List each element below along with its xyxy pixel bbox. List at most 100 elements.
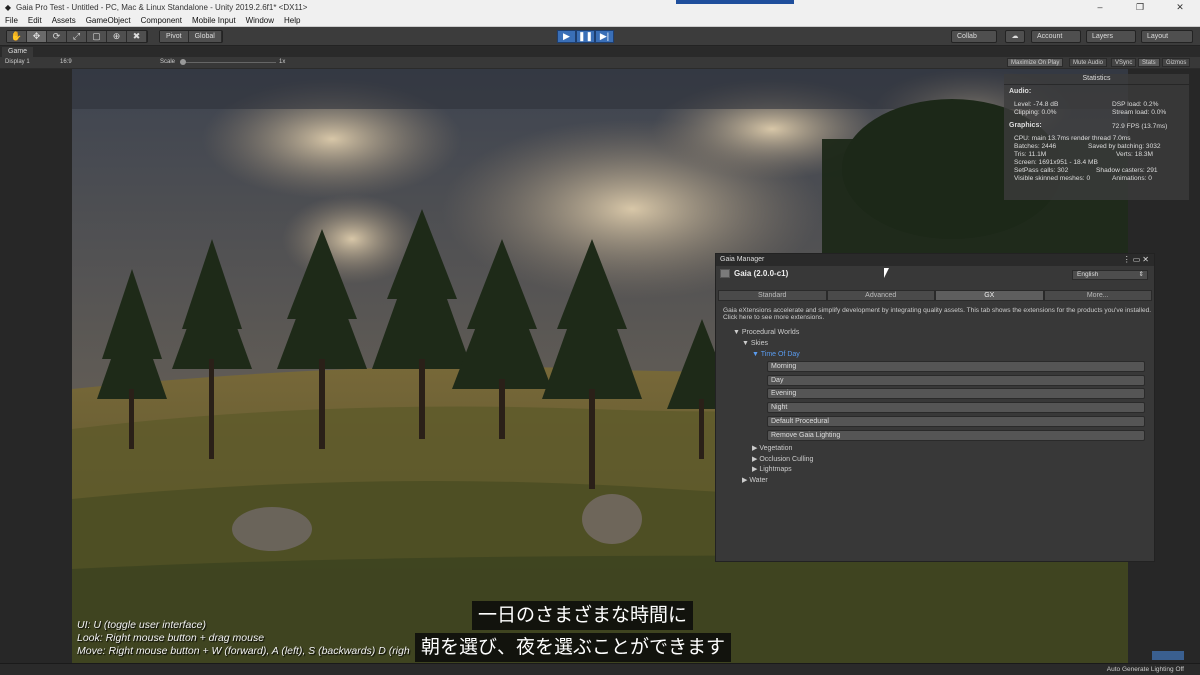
maximize-button[interactable]: ❐ (1120, 0, 1160, 14)
gaia-version-title: Gaia (2.0.0-c1) (734, 269, 789, 278)
menu-gameobject[interactable]: GameObject (81, 16, 136, 25)
progress-indicator (1152, 651, 1184, 660)
menu-help[interactable]: Help (279, 16, 305, 25)
scale-value: 1x (279, 59, 286, 65)
scale-tool-icon[interactable]: ⤢ (67, 31, 87, 42)
language-select[interactable]: English ⇕ (1072, 270, 1148, 280)
verts-readout: Verts: 18.3M (1116, 151, 1154, 158)
batches-readout: Batches: 2446 (1014, 143, 1057, 150)
stats-toggle[interactable]: Stats (1138, 58, 1160, 67)
hint-move: Move: Right mouse button + W (forward), … (77, 645, 410, 657)
audio-clipping: Clipping: 0.0% (1014, 109, 1057, 116)
tab-standard[interactable]: Standard (718, 290, 827, 301)
skinned-meshes-readout: Visible skinned meshes: 0 (1014, 175, 1091, 182)
minimize-button[interactable]: – (1080, 0, 1120, 14)
window-controls: – ❐ ✕ (1080, 0, 1200, 14)
layout-dropdown[interactable]: Layout (1141, 30, 1193, 43)
audio-level: Level: -74.8 dB (1014, 101, 1059, 108)
stats-overlay: Statistics Audio: Level: -74.8 dB Clippi… (1004, 74, 1189, 200)
status-bar: Auto Generate Lighting Off (0, 663, 1200, 675)
remove-gaia-lighting-button[interactable]: Remove Gaia Lighting (767, 430, 1145, 441)
global-toggle[interactable]: Global (188, 31, 222, 42)
gaia-logo-icon (720, 269, 730, 278)
step-icon[interactable]: ▶| (595, 30, 614, 43)
collab-button[interactable]: Collab (951, 30, 997, 43)
chevron-down-icon: ⇕ (1138, 271, 1144, 278)
play-icon[interactable]: ▶ (557, 30, 576, 43)
gaia-window-controls[interactable]: ⋮▭✕ (1123, 254, 1151, 266)
tree-occlusion-culling[interactable]: ▶ Occlusion Culling (752, 455, 813, 463)
play-controls: ▶ ❚❚ ▶| (557, 30, 614, 43)
hand-tool-icon[interactable]: ✋ (7, 31, 27, 42)
tree-time-of-day[interactable]: ▼ Time Of Day (752, 351, 800, 358)
mute-audio-toggle[interactable]: Mute Audio (1069, 58, 1108, 67)
rect-tool-icon[interactable]: ▢ (87, 31, 107, 42)
pivot-toggles: Pivot Global (159, 30, 223, 43)
tab-game[interactable]: Game (2, 47, 34, 57)
tab-advanced[interactable]: Advanced (826, 290, 935, 301)
menu-mobile-input[interactable]: Mobile Input (187, 16, 241, 25)
tree-lightmaps[interactable]: ▶ Lightmaps (752, 465, 792, 473)
custom-tool-icon[interactable]: ✖ (127, 31, 147, 42)
stats-title: Statistics (1004, 74, 1189, 85)
scale-label: Scale (160, 59, 176, 65)
gx-description[interactable]: Gaia eXtensions accelerate and simplify … (723, 307, 1153, 322)
cloud-icon[interactable]: ☁ (1005, 30, 1025, 43)
gaia-tabs: Standard Advanced GX More... (718, 290, 1152, 301)
move-tool-icon[interactable]: ✥ (27, 31, 47, 42)
rotate-tool-icon[interactable]: ⟳ (47, 31, 67, 42)
tree-vegetation[interactable]: ▶ Vegetation (752, 444, 792, 452)
mouse-cursor-icon (884, 268, 889, 278)
setpass-readout: SetPass calls: 302 (1014, 167, 1069, 174)
animations-readout: Animations: 0 (1112, 175, 1152, 182)
evening-button[interactable]: Evening (767, 388, 1145, 399)
dsp-load: DSP load: 0.2% (1112, 101, 1159, 108)
pivot-toggle[interactable]: Pivot (160, 31, 189, 42)
night-button[interactable]: Night (767, 402, 1145, 413)
gizmos-dropdown[interactable]: Gizmos (1162, 58, 1191, 67)
shadow-casters-readout: Shadow casters: 291 (1096, 167, 1158, 174)
gaia-manager-window: Gaia Manager ⋮▭✕ Gaia (2.0.0-c1) English… (715, 253, 1155, 562)
letterbox-left (0, 69, 72, 663)
close-button[interactable]: ✕ (1160, 0, 1200, 14)
account-dropdown[interactable]: Account (1031, 30, 1081, 43)
window-title-bar: ◆ Gaia Pro Test - Untitled - PC, Mac & L… (0, 0, 1200, 14)
gaia-window-title: Gaia Manager (720, 256, 765, 263)
saved-batching-readout: Saved by batching: 3032 (1088, 143, 1161, 150)
menu-file[interactable]: File (0, 16, 23, 25)
transform-tool-icon[interactable]: ⊕ (107, 31, 127, 42)
cpu-readout: CPU: main 13.7ms render thread 7.0ms (1014, 135, 1131, 142)
aspect-dropdown[interactable]: 16:9 (60, 57, 72, 68)
default-procedural-button[interactable]: Default Procedural (767, 416, 1145, 427)
pause-icon[interactable]: ❚❚ (576, 30, 595, 43)
day-button[interactable]: Day (767, 375, 1145, 386)
tab-more[interactable]: More... (1043, 290, 1152, 301)
video-progress-strip (676, 0, 794, 4)
menu-edit[interactable]: Edit (23, 16, 47, 25)
tris-readout: Tris: 11.1M (1014, 151, 1047, 158)
game-view-toolbar: Display 1 16:9 Scale 1x Maximize On Play… (0, 57, 1200, 68)
morning-button[interactable]: Morning (767, 361, 1145, 372)
menu-component[interactable]: Component (136, 16, 187, 25)
hint-look: Look: Right mouse button + drag mouse (77, 632, 265, 644)
display-dropdown[interactable]: Display 1 (5, 57, 30, 68)
tree-skies[interactable]: ▼ Skies (742, 340, 768, 347)
gaia-title-row: Gaia (2.0.0-c1) (720, 269, 788, 278)
gaia-window-header: Gaia Manager ⋮▭✕ (716, 254, 1154, 266)
tab-gx[interactable]: GX (935, 290, 1044, 301)
audio-heading: Audio: (1009, 88, 1032, 95)
maximize-on-play-toggle[interactable]: Maximize On Play (1007, 58, 1064, 67)
layers-dropdown[interactable]: Layers (1086, 30, 1136, 43)
auto-lighting-status[interactable]: Auto Generate Lighting Off (1107, 664, 1184, 675)
language-value: English (1077, 271, 1099, 278)
unity-logo-icon: ◆ (4, 2, 12, 12)
scale-slider-track[interactable] (180, 62, 276, 63)
menu-assets[interactable]: Assets (47, 16, 81, 25)
menu-window[interactable]: Window (241, 16, 279, 25)
scale-slider-thumb[interactable] (180, 59, 186, 65)
vsync-toggle[interactable]: VSync (1111, 58, 1137, 67)
tree-water[interactable]: ▶ Water (742, 476, 768, 484)
stream-load: Stream load: 0.0% (1112, 109, 1167, 116)
tree-procedural-worlds[interactable]: ▼ Procedural Worlds (733, 329, 799, 336)
menu-bar: File Edit Assets GameObject Component Mo… (0, 14, 1200, 27)
